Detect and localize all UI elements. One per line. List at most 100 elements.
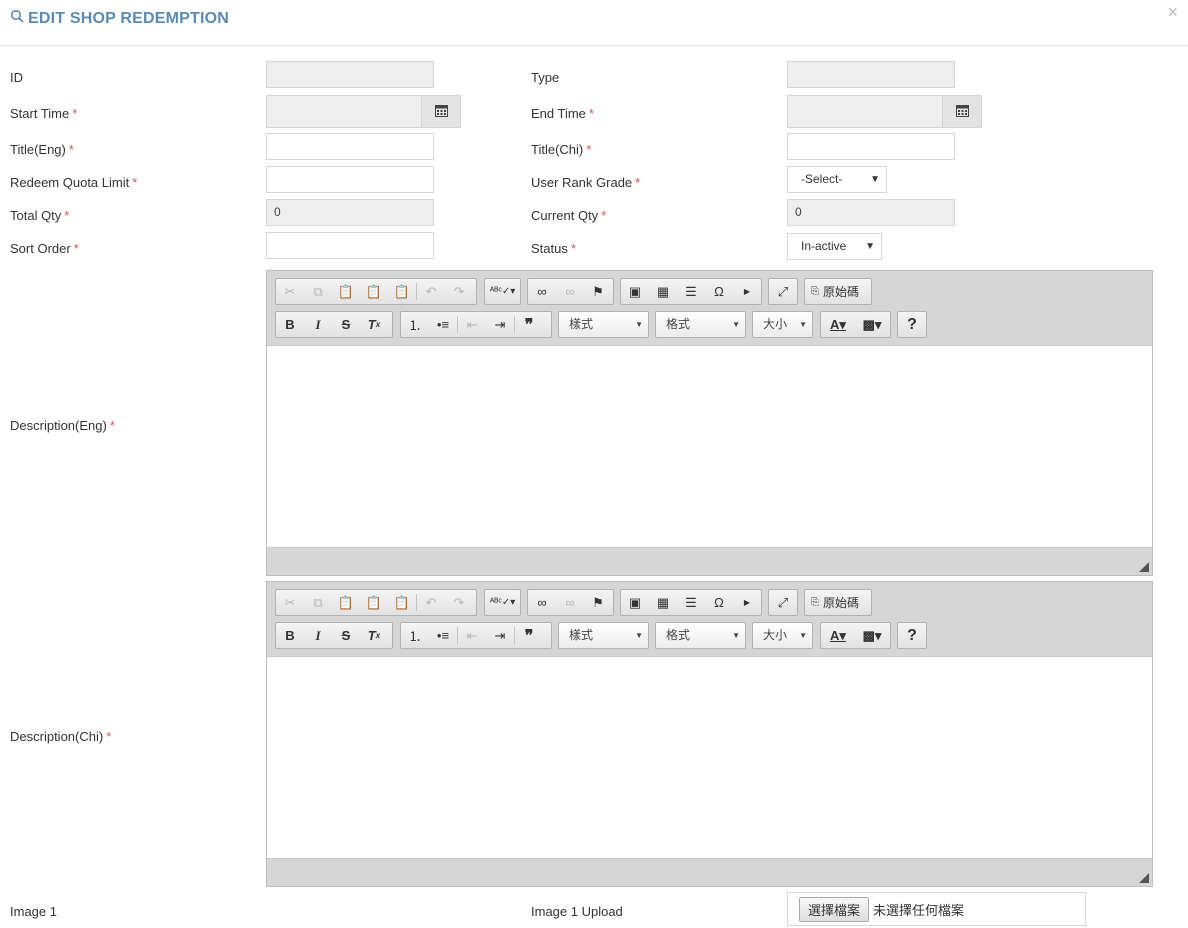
size-combo[interactable]: 大小 ▼: [752, 311, 813, 338]
type-field[interactable]: [787, 61, 955, 88]
bulleted-list-icon[interactable]: •≡: [429, 623, 457, 648]
undo-icon[interactable]: ↶: [417, 279, 445, 304]
image-icon[interactable]: ▣: [621, 590, 649, 615]
paste-icon[interactable]: 📋: [332, 279, 360, 304]
paste-word-icon[interactable]: 📋: [388, 590, 416, 615]
remove-format-icon[interactable]: Tx: [360, 623, 388, 648]
bulleted-list-icon[interactable]: •≡: [429, 312, 457, 337]
help-icon[interactable]: ?: [898, 312, 926, 337]
desc-chi-label: Description(Chi) *: [10, 729, 112, 744]
maximize-icon[interactable]: ⤢: [769, 590, 797, 615]
status-select[interactable]: In-active ▼: [787, 233, 882, 260]
id-field[interactable]: [266, 61, 434, 88]
horizontal-line-icon[interactable]: ☰: [677, 279, 705, 304]
user-rank-label: User Rank Grade *: [531, 175, 641, 190]
sort-order-input[interactable]: [266, 232, 434, 259]
indent-icon[interactable]: ⇥: [486, 623, 514, 648]
background-color-icon[interactable]: ▩▾: [855, 623, 889, 648]
styles-combo[interactable]: 樣式 ▼: [558, 622, 649, 649]
unlink-icon[interactable]: ∞: [556, 279, 584, 304]
bold-icon[interactable]: B: [276, 623, 304, 648]
blockquote-icon[interactable]: ❞: [515, 623, 543, 648]
user-rank-select[interactable]: -Select- ▼: [787, 166, 887, 193]
horizontal-line-icon[interactable]: ☰: [677, 590, 705, 615]
redo-icon[interactable]: ↷: [445, 590, 473, 615]
copy-icon[interactable]: ⧉: [304, 590, 332, 615]
paste-word-icon[interactable]: 📋: [388, 279, 416, 304]
current-qty-field[interactable]: 0: [787, 199, 955, 226]
styles-combo[interactable]: 樣式 ▼: [558, 311, 649, 338]
end-time-calendar-button[interactable]: [942, 95, 982, 128]
youtube-icon[interactable]: ▶: [733, 279, 761, 304]
dropdown-arrow-icon: ▼: [865, 241, 875, 252]
image1-file-input[interactable]: 選擇檔案 未選擇任何檔案: [787, 892, 1086, 926]
anchor-flag-icon[interactable]: ⚑: [584, 279, 612, 304]
blockquote-icon[interactable]: ❞: [515, 312, 543, 337]
cut-icon[interactable]: ✂: [276, 279, 304, 304]
desc-eng-label: Description(Eng) *: [10, 418, 115, 433]
start-time-field[interactable]: [266, 95, 422, 128]
table-icon[interactable]: ▦: [649, 590, 677, 615]
source-button[interactable]: 原始碼: [823, 283, 859, 300]
special-char-icon[interactable]: Ω: [705, 590, 733, 615]
choose-file-button[interactable]: 選擇檔案: [799, 896, 870, 922]
search-icon: [10, 9, 24, 28]
start-time-calendar-button[interactable]: [421, 95, 461, 128]
outdent-icon[interactable]: ⇤: [458, 623, 486, 648]
table-icon[interactable]: ▦: [649, 279, 677, 304]
strikethrough-icon[interactable]: S: [332, 623, 360, 648]
unlink-icon[interactable]: ∞: [556, 590, 584, 615]
italic-icon[interactable]: I: [304, 312, 332, 337]
paste-text-icon[interactable]: 📋: [360, 279, 388, 304]
resize-handle-icon[interactable]: [1139, 562, 1149, 572]
size-combo[interactable]: 大小 ▼: [752, 622, 813, 649]
remove-format-icon[interactable]: Tx: [360, 312, 388, 337]
spellcheck-icon[interactable]: ᴬᴮᶜ✓▾: [485, 590, 520, 615]
paste-icon[interactable]: 📋: [332, 590, 360, 615]
spellcheck-icon[interactable]: ᴬᴮᶜ✓▾: [485, 279, 520, 304]
close-icon[interactable]: ×: [1167, 2, 1178, 23]
redeem-quota-input[interactable]: [266, 166, 434, 193]
redeem-quota-label: Redeem Quota Limit *: [10, 175, 138, 190]
undo-icon[interactable]: ↶: [417, 590, 445, 615]
id-label: ID: [10, 70, 23, 85]
paste-text-icon[interactable]: 📋: [360, 590, 388, 615]
numbered-list-icon[interactable]: ⒈: [401, 623, 429, 648]
redo-icon[interactable]: ↷: [445, 279, 473, 304]
format-combo[interactable]: 格式 ▼: [655, 311, 746, 338]
status-label: Status *: [531, 241, 576, 256]
format-combo[interactable]: 格式 ▼: [655, 622, 746, 649]
strikethrough-icon[interactable]: S: [332, 312, 360, 337]
text-color-icon[interactable]: A▾: [821, 623, 855, 648]
background-color-icon[interactable]: ▩▾: [855, 312, 889, 337]
total-qty-label: Total Qty *: [10, 208, 70, 223]
link-icon[interactable]: ∞: [528, 279, 556, 304]
italic-icon[interactable]: I: [304, 623, 332, 648]
modal-header: EDIT SHOP REDEMPTION ×: [0, 0, 1188, 46]
total-qty-field[interactable]: 0: [266, 199, 434, 226]
link-icon[interactable]: ∞: [528, 590, 556, 615]
anchor-flag-icon[interactable]: ⚑: [584, 590, 612, 615]
copy-icon[interactable]: ⧉: [304, 279, 332, 304]
youtube-icon[interactable]: ▶: [733, 590, 761, 615]
image1-upload-label: Image 1 Upload: [531, 904, 623, 919]
bold-icon[interactable]: B: [276, 312, 304, 337]
source-button[interactable]: 原始碼: [823, 594, 859, 611]
description-eng-content[interactable]: [267, 345, 1152, 548]
title-eng-input[interactable]: [266, 133, 434, 160]
text-color-icon[interactable]: A▾: [821, 312, 855, 337]
help-icon[interactable]: ?: [898, 623, 926, 648]
cut-icon[interactable]: ✂: [276, 590, 304, 615]
resize-handle-icon[interactable]: [1139, 873, 1149, 883]
modal-title-text: EDIT SHOP REDEMPTION: [28, 9, 230, 27]
end-time-field[interactable]: [787, 95, 943, 128]
description-chi-editor: ✂ ⧉ 📋 📋 📋 ↶ ↷ ᴬᴮᶜ✓▾ ∞ ∞ ⚑ ▣ ▦ ☰ Ω ▶ ⤢ ⎘ …: [266, 581, 1153, 887]
image-icon[interactable]: ▣: [621, 279, 649, 304]
description-chi-content[interactable]: [267, 656, 1152, 859]
special-char-icon[interactable]: Ω: [705, 279, 733, 304]
numbered-list-icon[interactable]: ⒈: [401, 312, 429, 337]
title-chi-input[interactable]: [787, 133, 955, 160]
indent-icon[interactable]: ⇥: [486, 312, 514, 337]
outdent-icon[interactable]: ⇤: [458, 312, 486, 337]
maximize-icon[interactable]: ⤢: [769, 279, 797, 304]
